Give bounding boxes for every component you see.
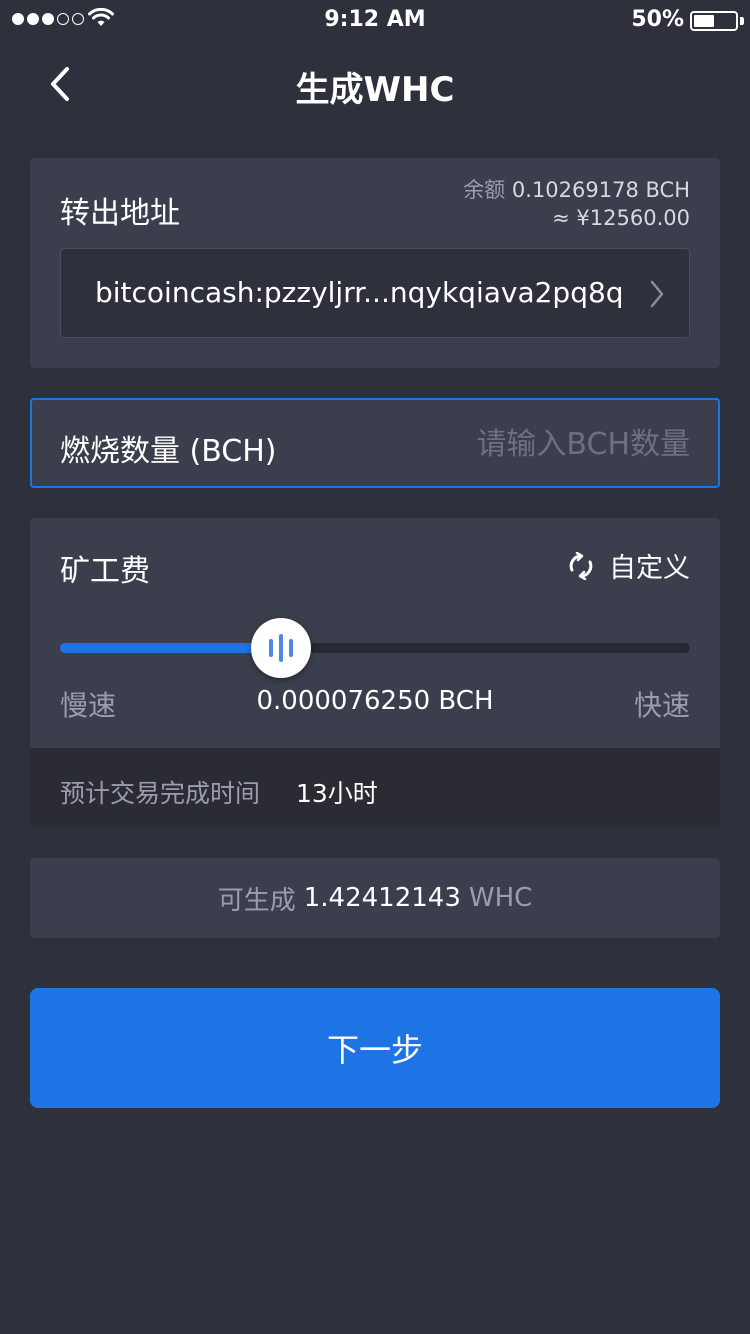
burn-amount-label: 燃烧数量 (BCH): [60, 434, 277, 469]
thumb-grip: [269, 639, 273, 657]
balance-label: 余额: [463, 178, 506, 202]
burn-amount-field: 燃烧数量 (BCH): [30, 398, 720, 488]
slider-fill: [60, 643, 281, 653]
next-button[interactable]: 下一步: [30, 988, 720, 1108]
balance-fiat: ≈ ¥12560.00: [552, 206, 690, 230]
chevron-right-icon: [650, 280, 664, 308]
estimated-time-label: 预计交易完成时间: [60, 779, 261, 808]
fee-slider[interactable]: [60, 618, 690, 678]
thumb-grip: [289, 639, 293, 657]
custom-fee-label: 自定义: [609, 553, 690, 584]
generate-amount: 1.42412143: [303, 883, 461, 913]
address-label: 转出地址: [60, 196, 180, 231]
fast-label: 快速: [633, 689, 690, 722]
battery-percent: 50%: [631, 7, 684, 32]
refresh-icon: [569, 551, 593, 580]
address-selector[interactable]: bitcoincash:pzzyljrr...nqykqiava2pq8q: [60, 248, 690, 338]
battery-level: [694, 15, 714, 27]
battery-tip: [740, 17, 744, 25]
address-card: 转出地址 余额 0.10269178 BCH ≈ ¥12560.00 bitco…: [30, 158, 720, 368]
miner-fee-card: 矿工费 自定义 慢速 0.000076250 BCH 快速 预计交易完成时间 1: [30, 518, 720, 828]
generate-prefix: 可生成: [217, 885, 296, 916]
screen: 9:12 AM 50% 生成WHC 转出地址 余额 0.10269178 BCH…: [0, 0, 750, 1334]
page-title: 生成WHC: [295, 70, 455, 110]
fee-value: 0.000076250 BCH: [256, 686, 494, 716]
battery-icon: [690, 11, 738, 31]
navigation-bar: 生成WHC: [0, 40, 750, 128]
generate-unit: WHC: [468, 883, 533, 913]
status-bar: 9:12 AM 50%: [0, 0, 750, 40]
balance-line: 余额 0.10269178 BCH: [463, 176, 690, 204]
address-text: bitcoincash:pzzyljrr...nqykqiava2pq8q: [95, 276, 624, 309]
burn-amount-input[interactable]: [390, 418, 690, 470]
balance-info: 余额 0.10269178 BCH ≈ ¥12560.00: [463, 176, 690, 232]
balance-value: 0.10269178 BCH: [511, 178, 690, 202]
thumb-grip: [279, 634, 283, 662]
generate-amount-card: 可生成 1.42412143 WHC: [30, 858, 720, 938]
estimated-time-value: 13小时: [296, 779, 378, 808]
miner-fee-label: 矿工费: [60, 554, 150, 589]
slider-thumb[interactable]: [251, 618, 311, 678]
estimated-time-row: 预计交易完成时间 13小时: [30, 748, 720, 828]
custom-fee-button[interactable]: 自定义: [567, 546, 690, 585]
